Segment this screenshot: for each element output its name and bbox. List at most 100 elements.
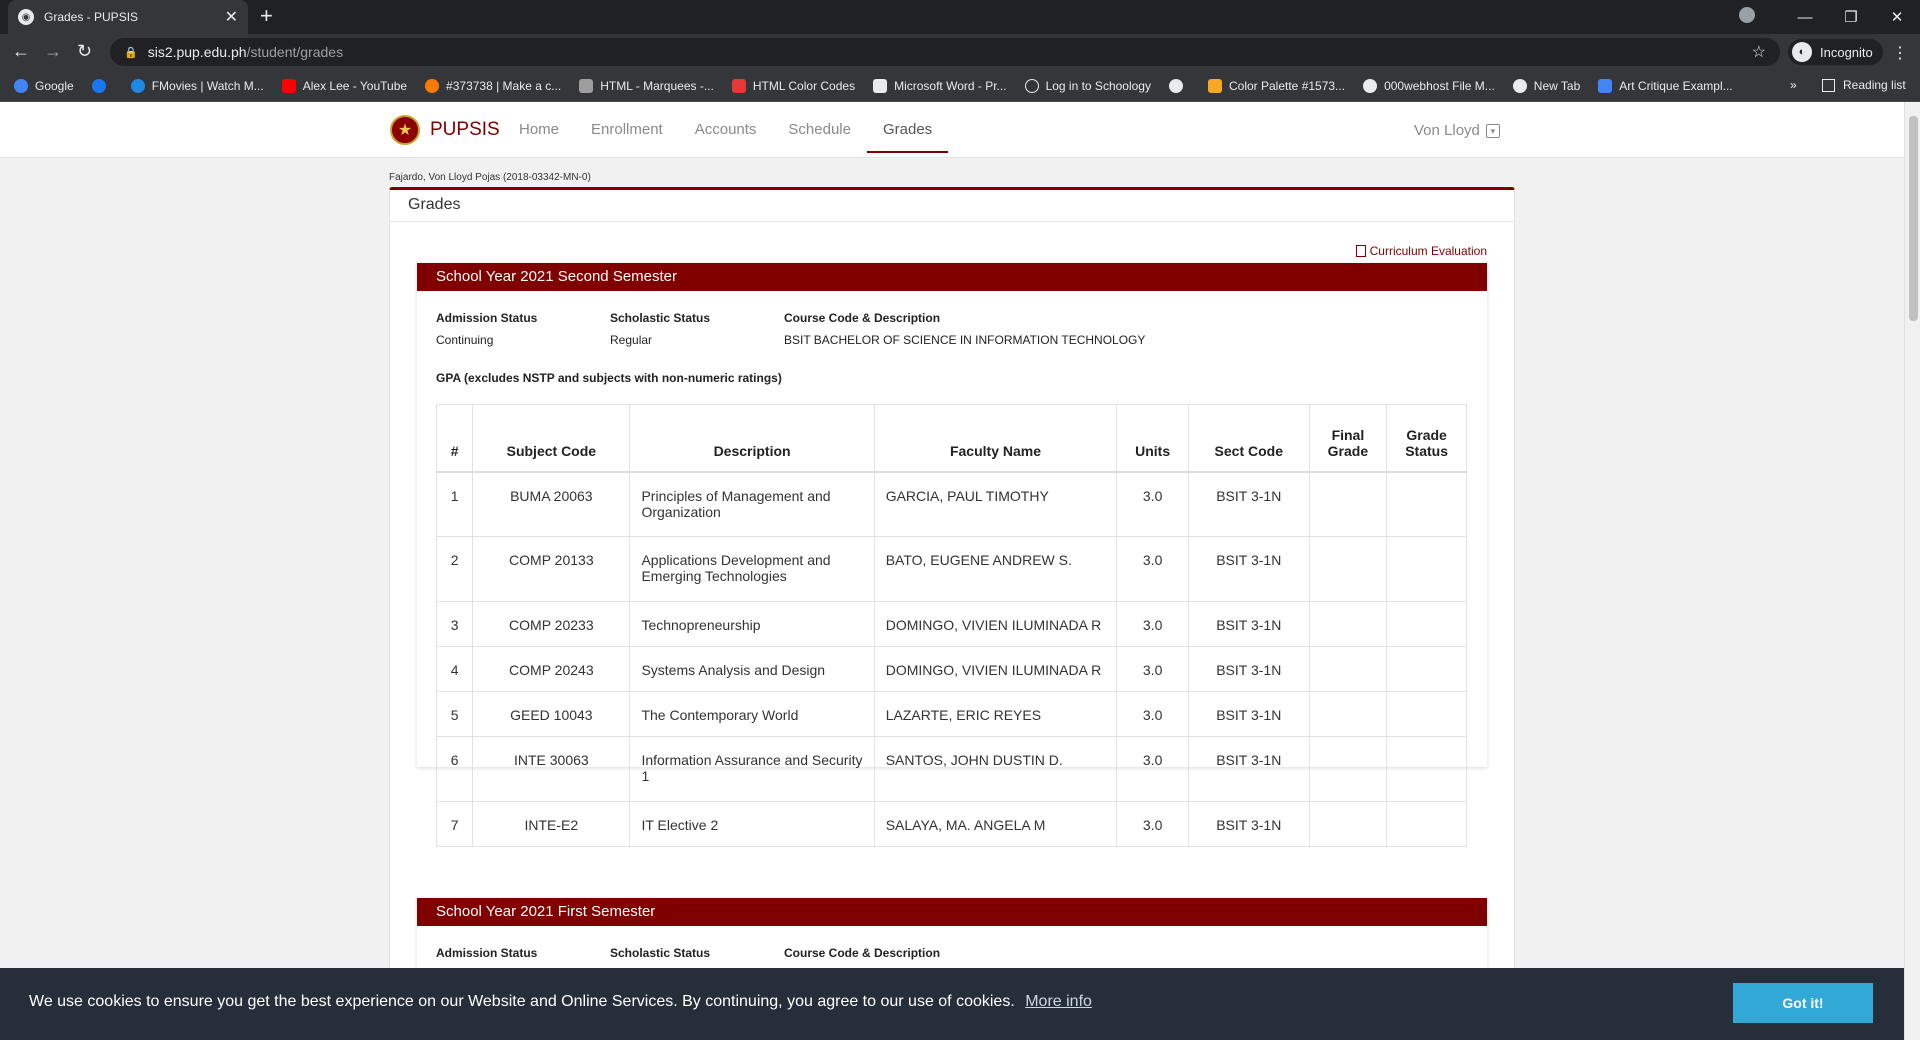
incognito-icon: ◐ — [1792, 42, 1812, 62]
row-number: 6 — [435, 736, 474, 802]
bookmark-item[interactable] — [91, 78, 113, 93]
main-nav: Home Enrollment Accounts Schedule Grades — [503, 102, 949, 158]
admission-status: Admission Status — [436, 946, 538, 960]
nav-enrollment[interactable]: Enrollment — [575, 102, 679, 158]
bookmark-item[interactable] — [1168, 78, 1190, 93]
units: 3.0 — [1116, 646, 1189, 692]
html-site-icon — [579, 78, 594, 93]
document-icon — [873, 78, 888, 93]
units: 3.0 — [1116, 801, 1189, 847]
section-code: BSIT 3-1N — [1187, 691, 1310, 737]
browser-tab[interactable]: ◉ Grades - PUPSIS ✕ — [8, 0, 248, 34]
user-menu[interactable]: Von Lloyd ▾ — [1414, 122, 1500, 139]
table-row: 2 COMP 20133 Applications Development an… — [435, 536, 1467, 602]
cookie-more-info-link[interactable]: More info — [1025, 993, 1092, 1010]
units: 3.0 — [1116, 691, 1189, 737]
color-codes-icon — [731, 78, 746, 93]
table-row: 4 COMP 20243 Systems Analysis and Design… — [435, 646, 1467, 692]
faculty-name: BATO, EUGENE ANDREW S. — [873, 536, 1118, 602]
page-scrollbar[interactable] — [1904, 102, 1920, 1040]
bookmark-item[interactable]: 000webhost File M... — [1363, 78, 1495, 93]
bookmark-item[interactable]: FMovies | Watch M... — [130, 78, 264, 93]
bookmark-star-icon[interactable]: ☆ — [1752, 42, 1766, 62]
bookmark-item[interactable]: Alex Lee - YouTube — [281, 78, 407, 93]
address-bar[interactable]: 🔒 sis2.pup.edu.ph/student/grades ☆ — [110, 38, 1780, 66]
close-window-icon[interactable]: ✕ — [1874, 8, 1920, 26]
new-tab-icon[interactable]: + — [260, 5, 273, 27]
bookmark-item[interactable]: Google — [14, 78, 74, 93]
final-grade — [1308, 471, 1388, 537]
color-site-icon — [425, 78, 440, 93]
panel-title: Grades — [390, 190, 1514, 222]
table-row: 5 GEED 10043 The Contemporary World LAZA… — [435, 691, 1467, 737]
brand-name: PUPSIS — [430, 119, 500, 140]
nav-home[interactable]: Home — [503, 102, 575, 158]
palette-icon — [1207, 78, 1222, 93]
bookmark-item[interactable]: Microsoft Word - Pr... — [873, 78, 1007, 93]
bookmark-item[interactable]: #373738 | Make a c... — [425, 78, 561, 93]
cookie-message-line: We use cookies to ensure you get the bes… — [29, 993, 1092, 1011]
section-code: BSIT 3-1N — [1187, 646, 1310, 692]
pup-seal-logo: ★ — [390, 115, 420, 145]
lock-icon[interactable]: 🔒 — [124, 46, 138, 59]
nav-accounts[interactable]: Accounts — [679, 102, 773, 158]
semester-info: Admission Status Continuing Scholastic S… — [417, 291, 1487, 353]
faculty-name: SANTOS, JOHN DUSTIN D. — [873, 736, 1118, 802]
column-header: # — [435, 404, 474, 472]
back-icon[interactable]: ← — [12, 41, 30, 61]
nav-grades[interactable]: Grades — [866, 102, 949, 153]
tab-strip: ◉ Grades - PUPSIS ✕ + — ❐ ✕ — [0, 0, 1920, 34]
reading-list-icon — [1822, 78, 1835, 92]
bookmark-item[interactable]: Art Critique Exampl... — [1598, 78, 1733, 93]
subject-description: Principles of Management and Organizatio… — [629, 471, 875, 537]
url-path: /student/grades — [246, 44, 344, 60]
curriculum-evaluation-link[interactable]: Curriculum Evaluation — [1355, 244, 1487, 258]
grade-status — [1386, 471, 1467, 537]
row-number: 4 — [435, 646, 474, 692]
row-number: 5 — [435, 691, 474, 737]
window-controls: — ❐ ✕ — [1736, 0, 1920, 34]
faculty-name: GARCIA, PAUL TIMOTHY — [873, 471, 1118, 537]
cookie-accept-button[interactable]: Got it! — [1733, 983, 1873, 1023]
play-icon — [130, 78, 145, 93]
webhost-icon — [1363, 78, 1378, 93]
forward-icon[interactable]: → — [44, 41, 62, 61]
units: 3.0 — [1116, 471, 1189, 537]
column-header: Sect Code — [1187, 404, 1310, 472]
tab-search-icon[interactable] — [1736, 7, 1782, 27]
browser-toolbar: ← → ↻ 🔒 sis2.pup.edu.ph/student/grades ☆… — [0, 34, 1920, 70]
faculty-name: LAZARTE, ERIC REYES — [873, 691, 1118, 737]
bookmark-item[interactable]: HTML Color Codes — [731, 78, 855, 93]
final-grade — [1308, 801, 1388, 847]
column-header: Final Grade — [1308, 404, 1388, 472]
faculty-name: SALAYA, MA. ANGELA M — [873, 801, 1118, 847]
restore-icon[interactable]: ❐ — [1828, 8, 1874, 26]
more-bookmarks-icon[interactable]: » — [1790, 78, 1797, 92]
bookmark-item[interactable]: HTML - Marquees -... — [579, 78, 714, 93]
reload-icon[interactable]: ↻ — [77, 41, 92, 61]
minimize-icon[interactable]: — — [1782, 9, 1828, 26]
bookmark-item[interactable]: Color Palette #1573... — [1207, 78, 1345, 93]
incognito-label: Incognito — [1820, 44, 1873, 60]
schoology-icon — [1024, 78, 1039, 93]
table-row: 6 INTE 30063 Information Assurance and S… — [435, 736, 1467, 802]
semester-card: School Year 2021 Second Semester Admissi… — [417, 263, 1487, 847]
bookmark-item[interactable]: New Tab — [1512, 78, 1580, 93]
scrollbar-thumb[interactable] — [1909, 116, 1918, 321]
subject-description: IT Elective 2 — [629, 801, 875, 847]
semester-title: School Year 2021 Second Semester — [417, 263, 1487, 291]
incognito-indicator[interactable]: ◐ Incognito — [1788, 39, 1883, 65]
brand[interactable]: ★ PUPSIS — [390, 115, 500, 145]
bookmark-item[interactable]: Log in to Schoology — [1024, 78, 1151, 93]
row-number: 1 — [435, 471, 474, 537]
faculty-name: DOMINGO, VIVIEN ILUMINADA R — [873, 601, 1118, 647]
row-number: 7 — [435, 801, 474, 847]
section-code: BSIT 3-1N — [1187, 736, 1310, 802]
scholastic-status: Scholastic Status Regular — [610, 311, 711, 347]
browser-menu-icon[interactable]: ⋮ — [1892, 43, 1908, 63]
subject-code: BUMA 20063 — [472, 471, 631, 537]
close-tab-icon[interactable]: ✕ — [225, 7, 238, 27]
reading-list[interactable]: Reading list — [1822, 78, 1906, 92]
units: 3.0 — [1116, 601, 1189, 647]
nav-schedule[interactable]: Schedule — [772, 102, 867, 158]
